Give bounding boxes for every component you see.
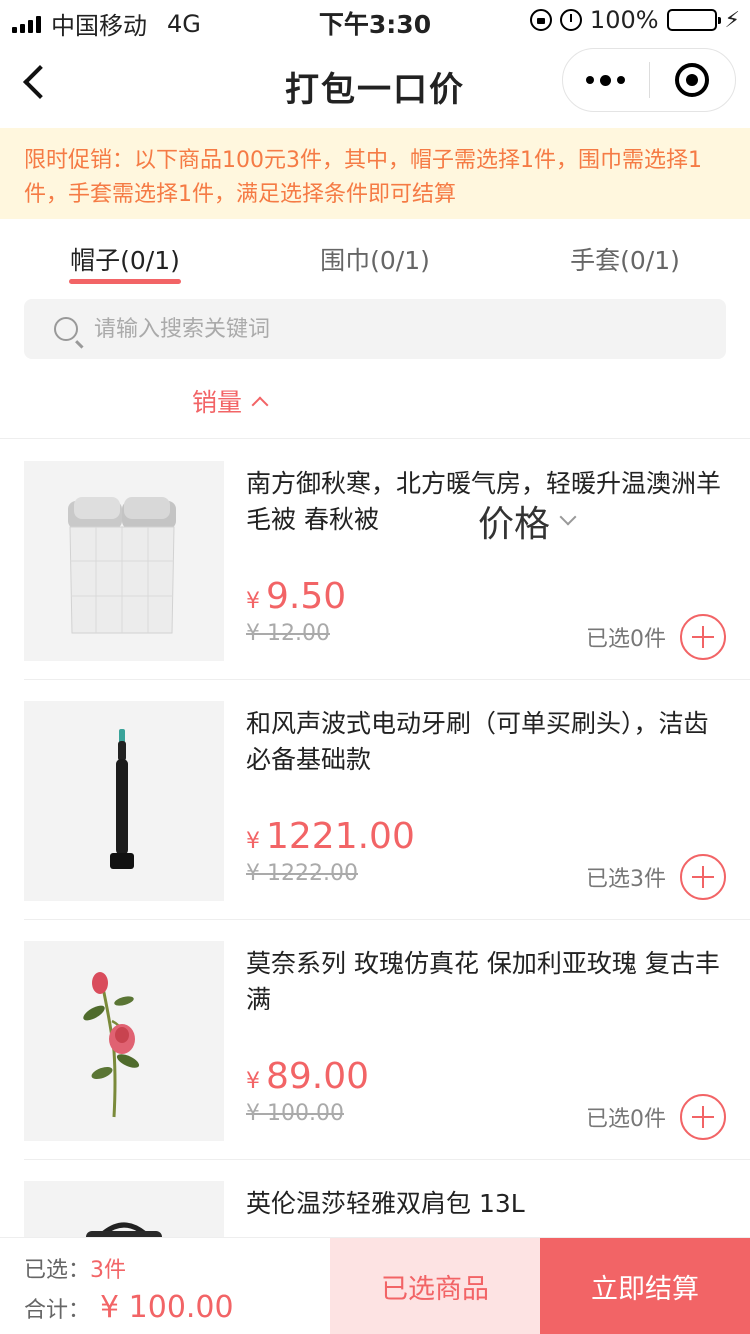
product-title: 英伦温莎轻雅双肩包 13L [246,1189,525,1218]
product-selected-count: 已选0件 [586,627,666,652]
product-title: 南方御秋寒，北方暖气房，轻暖升温澳洲羊毛被 春秋被 [246,469,722,534]
tab-label: 帽子(0/1) [70,246,180,275]
chevron-up-icon [251,396,269,414]
tab-gloves[interactable]: 手套(0/1) [500,219,750,299]
charging-icon: ⚡ [724,7,740,33]
selected-count: 3件 [90,1258,127,1283]
search-icon [54,317,78,341]
product-image-toothbrush [24,701,224,901]
product-image-rose [24,941,224,1141]
product-image-backpack [24,1181,224,1237]
add-button[interactable] [680,614,726,660]
product-original-price: ¥ 1222.00 [246,861,358,886]
miniprogram-capsule [562,48,736,112]
search-bar [24,299,726,359]
total-summary: 合计： ¥ 100.00 [24,1290,234,1325]
product-item[interactable]: 南方御秋寒，北方暖气房，轻暖升温澳洲羊毛被 春秋被 ¥9.50 ¥ 12.00 … [24,440,750,680]
tab-scarves[interactable]: 围巾(0/1) [250,219,500,299]
target-close-icon [675,63,710,97]
tab-hats[interactable]: 帽子(0/1) [0,219,250,299]
search-input[interactable] [94,316,694,342]
product-selected-count: 已选0件 [586,1107,666,1132]
product-image-quilt [24,461,224,661]
add-button[interactable] [680,854,726,900]
tab-label: 手套(0/1) [570,246,680,275]
nav-bar: 打包一口价 [0,40,750,128]
product-selected-count: 已选3件 [586,867,666,892]
more-dots-icon [586,76,595,84]
product-title: 和风声波式电动牙刷（可单买刷头），洁齿必备基础款 [246,709,709,774]
product-title: 莫奈系列 玫瑰仿真花 保加利亚玫瑰 复古丰满 [246,949,720,1014]
product-original-price: ¥ 12.00 [246,621,330,646]
product-item[interactable]: 莫奈系列 玫瑰仿真花 保加利亚玫瑰 复古丰满 ¥89.00 ¥ 100.00 已… [24,920,750,1160]
product-price: ¥1221.00 [246,816,415,857]
battery-percent: 100% [589,6,659,34]
rotation-lock-icon [529,9,552,31]
product-price: ¥9.50 [246,576,347,617]
total-amount: ¥ 100.00 [100,1290,234,1325]
promo-banner: 限时促销：以下商品100元3件，其中，帽子需选择1件，围巾需选择1件，手套需选择… [0,128,750,219]
alarm-icon [559,9,582,31]
checkout-button[interactable]: 立即结算 [540,1238,750,1334]
more-button[interactable] [563,49,649,111]
product-original-price: ¥ 100.00 [246,1101,344,1126]
bottom-bar: 已选：3件 合计： ¥ 100.00 已选商品 立即结算 [0,1237,750,1334]
product-item[interactable]: 和风声波式电动牙刷（可单买刷头），洁齿必备基础款 ¥1221.00 ¥ 1222… [24,680,750,920]
status-bar: 中国移动 4G 下午3:30 100% ⚡ [0,0,750,40]
status-right: 100% ⚡ [529,6,740,34]
product-item[interactable]: 英伦温莎轻雅双肩包 13L [24,1160,750,1237]
product-price: ¥89.00 [246,1056,370,1097]
category-tabs: 帽子(0/1) 围巾(0/1) 手套(0/1) [0,219,750,299]
product-list: 南方御秋寒，北方暖气房，轻暖升温澳洲羊毛被 春秋被 ¥9.50 ¥ 12.00 … [0,440,750,1237]
sort-by-sales[interactable]: 销量 [192,383,269,419]
sort-sales-label: 销量 [192,388,243,417]
battery-icon [666,9,721,31]
tab-active-indicator [69,279,181,284]
selected-items-button[interactable]: 已选商品 [330,1238,540,1334]
add-button[interactable] [680,1094,726,1140]
selected-summary: 已选：3件 [24,1258,127,1283]
sort-bar: 销量 价格 [0,359,750,545]
close-miniprogram-button[interactable] [650,49,736,111]
tab-label: 围巾(0/1) [320,246,430,275]
